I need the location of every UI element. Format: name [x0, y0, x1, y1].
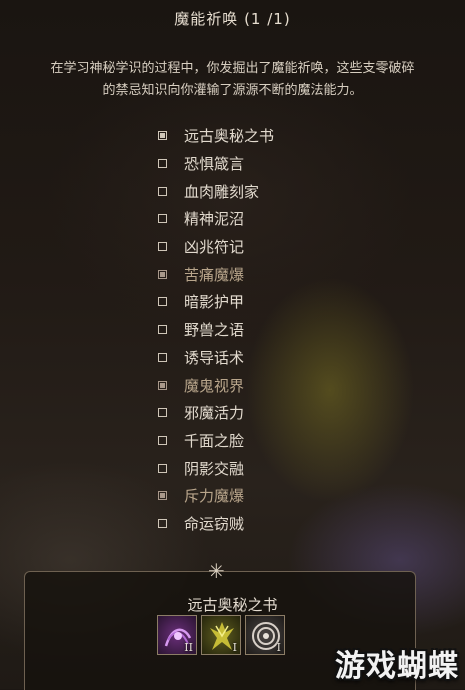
spiral-icon[interactable]: I — [245, 615, 285, 655]
invocation-item[interactable]: 千面之脸 — [158, 427, 274, 455]
invocation-label: 血肉雕刻家 — [184, 182, 260, 201]
checkbox[interactable] — [158, 131, 167, 141]
description-line-1: 在学习神秘学识的过程中，你发掘出了魔能祈唤，这些支零破碎 — [50, 61, 415, 76]
selected-invocation-name: 远古奥秘之书 — [187, 596, 278, 614]
invocation-label: 远古奥秘之书 — [184, 127, 275, 146]
invocation-item[interactable]: 血肉雕刻家 — [158, 177, 274, 205]
invocation-label: 命运窃贼 — [184, 514, 245, 533]
spell-icons: II I I — [157, 615, 285, 655]
watermark: 游戏蝴蝶 — [335, 649, 459, 684]
spell-level: II — [184, 641, 193, 654]
invocation-item[interactable]: 暗影护甲 — [158, 288, 274, 316]
checkbox[interactable] — [158, 269, 167, 279]
invocation-item[interactable]: 邪魔活力 — [158, 399, 274, 427]
invocation-label: 暗影护甲 — [184, 293, 245, 312]
invocation-item[interactable]: 远古奥秘之书 — [158, 122, 274, 150]
invocation-label: 苦痛魔爆 — [184, 265, 245, 284]
invocation-label: 魔鬼视界 — [184, 376, 245, 395]
invocation-item[interactable]: 命运窃贼 — [158, 510, 274, 538]
invocation-label: 野兽之语 — [184, 321, 245, 340]
invocation-label: 凶兆符记 — [184, 238, 245, 257]
checkbox[interactable] — [158, 214, 167, 224]
invocation-label: 诱导话术 — [184, 348, 245, 367]
checkbox[interactable] — [158, 463, 167, 473]
description: 在学习神秘学识的过程中，你发掘出了魔能祈唤，这些支零破碎 的禁忌知识向你灌输了源… — [0, 58, 465, 102]
invocation-item[interactable]: 阴影交融 — [158, 454, 274, 482]
checkbox[interactable] — [158, 408, 167, 418]
sparkle-icon: ✳ — [208, 559, 225, 583]
page-title: 魔能祈唤 (1 /1) — [174, 10, 291, 28]
invocation-item[interactable]: 斥力魔爆 — [158, 482, 274, 510]
checkbox[interactable] — [158, 186, 167, 196]
invocation-list: 远古奥秘之书 恐惧箴言血肉雕刻家精神泥沼凶兆符记苦痛魔爆暗影护甲野兽之语诱导话术魔… — [158, 122, 274, 537]
invocation-item[interactable]: 魔鬼视界 — [158, 371, 274, 399]
checkbox[interactable] — [158, 352, 167, 362]
checkbox[interactable] — [158, 325, 167, 335]
invocation-label: 千面之脸 — [184, 431, 245, 450]
invocation-item[interactable]: 精神泥沼 — [158, 205, 274, 233]
spell-level: I — [232, 641, 237, 654]
invocation-item[interactable]: 恐惧箴言 — [158, 150, 274, 178]
invocation-label: 斥力魔爆 — [184, 487, 245, 506]
description-line-2: 的禁忌知识向你灌输了源源不断的魔法能力。 — [102, 83, 363, 98]
checkbox[interactable] — [158, 242, 167, 252]
invocation-item[interactable]: 苦痛魔爆 — [158, 260, 274, 288]
checkbox[interactable] — [158, 518, 167, 528]
invocation-label: 恐惧箴言 — [184, 155, 245, 174]
invocation-item[interactable]: 凶兆符记 — [158, 233, 274, 261]
invocation-label: 阴影交融 — [184, 459, 245, 478]
purple-bolt-icon[interactable]: II — [157, 615, 197, 655]
checkbox[interactable] — [158, 491, 167, 501]
checkbox[interactable] — [158, 159, 167, 169]
invocation-label: 邪魔活力 — [184, 404, 245, 423]
invocation-item[interactable]: 野兽之语 — [158, 316, 274, 344]
checkbox[interactable] — [158, 435, 167, 445]
checkbox[interactable] — [158, 380, 167, 390]
invocation-item[interactable]: 诱导话术 — [158, 344, 274, 372]
spell-level: I — [276, 641, 281, 654]
checkbox[interactable] — [158, 297, 167, 307]
invocation-label: 精神泥沼 — [184, 210, 245, 229]
yellow-figure-icon[interactable]: I — [201, 615, 241, 655]
